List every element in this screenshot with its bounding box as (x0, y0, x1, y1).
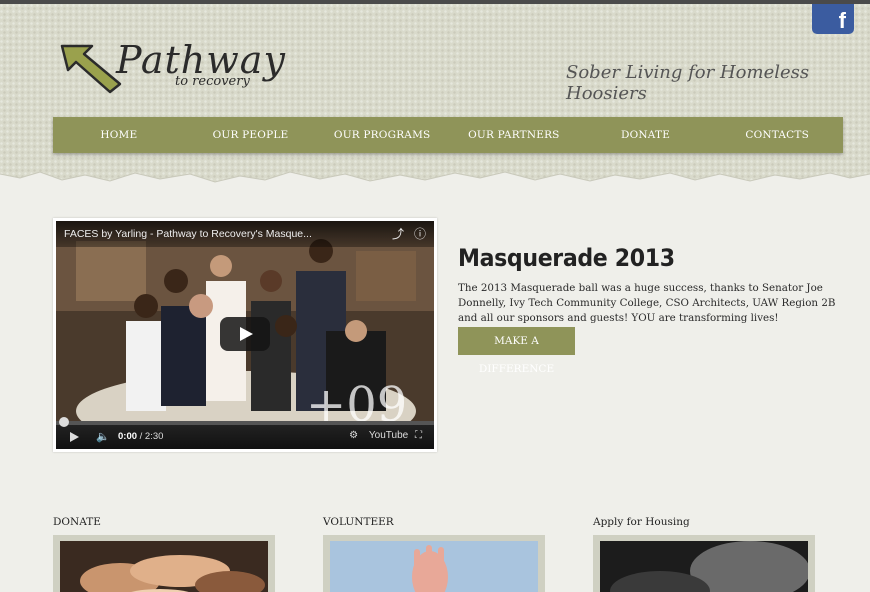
progress-handle[interactable] (59, 417, 69, 427)
arrow-icon (60, 44, 122, 94)
volunteer-image (330, 541, 538, 592)
card-volunteer[interactable] (323, 535, 545, 592)
card-apply-housing[interactable] (593, 535, 815, 592)
nav-our-programs[interactable]: OUR PROGRAMS (316, 117, 448, 153)
time-current: 0:00 (118, 431, 138, 442)
make-a-difference-button[interactable]: MAKE A DIFFERENCE (458, 327, 575, 375)
facebook-button[interactable]: f (812, 4, 854, 34)
logo[interactable]: Pathway to recovery (58, 38, 298, 100)
nav-contacts[interactable]: CONTACTS (711, 117, 843, 153)
video-title[interactable]: FACES by Yarling - Pathway to Recovery's… (64, 228, 312, 240)
torn-paper-edge (0, 171, 870, 200)
card-label-volunteer: VOLUNTEER (323, 516, 394, 528)
housing-image (600, 541, 810, 592)
tagline: Sober Living for Homeless Hoosiers (566, 62, 810, 104)
card-label-donate: DONATE (53, 516, 101, 528)
facebook-icon: f (838, 8, 846, 33)
donate-image (60, 541, 268, 592)
video-right-controls: ⚙ YouTube ⛶ (349, 430, 426, 441)
time-display: 0:00 / 2:30 (118, 431, 163, 442)
settings-icon[interactable]: ⚙ (349, 430, 362, 441)
video-frame[interactable]: +09 FACES by Yarling - Pathway to Recove… (56, 221, 434, 449)
youtube-logo[interactable]: YouTube (369, 430, 408, 441)
card-donate[interactable] (53, 535, 275, 592)
nav-home[interactable]: HOME (53, 117, 185, 153)
play-button[interactable] (220, 317, 270, 351)
info-icon[interactable]: ⓘ (414, 227, 426, 241)
video-title-bar: FACES by Yarling - Pathway to Recovery's… (56, 221, 434, 247)
feature-headline: Masquerade 2013 (458, 244, 675, 272)
control-play-icon[interactable] (70, 432, 79, 442)
logo-subtitle: to recovery (175, 74, 250, 89)
video-player[interactable]: +09 FACES by Yarling - Pathway to Recove… (53, 218, 437, 452)
volume-icon[interactable]: 🔈 (96, 430, 110, 443)
nav-donate[interactable]: DONATE (580, 117, 712, 153)
time-total: / 2:30 (139, 431, 164, 442)
card-label-apply-housing: Apply for Housing (593, 516, 690, 528)
video-controls: 🔈 0:00 / 2:30 ⚙ YouTube ⛶ (56, 417, 434, 449)
progress-bar[interactable] (56, 417, 434, 427)
share-icon[interactable]: ⤴ (392, 227, 404, 241)
nav-our-partners[interactable]: OUR PARTNERS (448, 117, 580, 153)
nav-our-people[interactable]: OUR PEOPLE (185, 117, 317, 153)
main-nav: HOME OUR PEOPLE OUR PROGRAMS OUR PARTNER… (53, 117, 843, 153)
fullscreen-icon[interactable]: ⛶ (415, 430, 426, 441)
feature-body: The 2013 Masquerade ball was a huge succ… (458, 282, 836, 324)
